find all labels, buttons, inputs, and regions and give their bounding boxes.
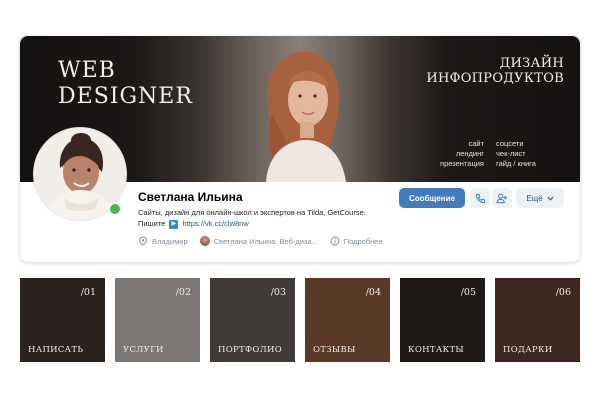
cover-list-item: презентация: [440, 159, 484, 168]
tile-number: /02: [175, 287, 191, 298]
info-icon: [330, 236, 340, 246]
profile-status: Сайты, дизайн для онлайн-школ и эксперто…: [138, 208, 366, 217]
menu-tile-reviews[interactable]: /04 ОТЗЫВЫ: [305, 278, 390, 362]
menu-tile-contacts[interactable]: /05 КОНТАКТЫ: [400, 278, 485, 362]
work-avatar-icon: [199, 236, 210, 246]
menu-tile-write[interactable]: /01 НАПИСАТЬ: [20, 278, 105, 362]
tile-number: /03: [270, 287, 286, 298]
tile-number: /04: [365, 287, 381, 298]
tile-number: /05: [460, 287, 476, 298]
cover-services-list: сайт лендинг презентация: [412, 139, 484, 169]
profile-info-row: Владимир Светлана Ильина. Веб-диза... По…: [138, 235, 395, 247]
cover-title-line1: WEB: [58, 58, 116, 83]
phone-icon: [475, 193, 485, 203]
city-item[interactable]: Владимир: [138, 236, 188, 246]
cover-right-title: ДИЗАЙН ИНФОПРОДУКТОВ: [416, 56, 564, 86]
cover-right-title-line2: ИНФОПРОДУКТОВ: [426, 71, 564, 86]
profile-card: WEB DESIGNER ДИЗАЙН ИНФОПРОДУКТОВ сайт л…: [20, 36, 580, 262]
status-link[interactable]: https://vk.cc/clw8nw: [183, 219, 249, 228]
status-prefix: Пишите: [138, 219, 166, 228]
cover-list-item: соцсети: [496, 139, 524, 148]
chevron-down-icon: [547, 196, 554, 201]
tile-label: НАПИСАТЬ: [28, 345, 84, 355]
tile-number: /06: [555, 287, 571, 298]
cover-list-item: лендинг: [455, 149, 484, 158]
more-label: Ещё: [526, 193, 543, 203]
cover-portrait: [266, 51, 346, 182]
profile-status-line2: Пишите ▶ https://vk.cc/clw8nw: [138, 219, 249, 229]
online-indicator: [108, 202, 122, 216]
cover-right-title-line1: ДИЗАЙН: [499, 56, 564, 71]
details-label: Подробнее: [343, 236, 383, 246]
tile-label: КОНТАКТЫ: [408, 345, 465, 355]
cover-title-line2: DESIGNER: [58, 84, 193, 109]
menu-tile-services[interactable]: /02 УСЛУГИ: [115, 278, 200, 362]
call-button[interactable]: [470, 188, 490, 208]
cover-list-item: чек-лист: [496, 149, 526, 158]
add-friend-icon: [496, 193, 508, 203]
arrow-emoji-icon: ▶: [169, 219, 179, 229]
city-label: Владимир: [152, 236, 188, 246]
add-friend-button[interactable]: [492, 188, 512, 208]
profile-name: Светлана Ильина: [138, 190, 243, 204]
tile-label: УСЛУГИ: [123, 345, 164, 355]
tile-label: ОТЗЫВЫ: [313, 345, 356, 355]
menu-tile-portfolio[interactable]: /03 ПОРТФОЛИО: [210, 278, 295, 362]
cover-list-item: сайт: [468, 139, 484, 148]
details-item[interactable]: Подробнее: [330, 236, 383, 246]
tile-label: ПОРТФОЛИО: [218, 345, 282, 355]
tile-number: /01: [80, 287, 96, 298]
more-button[interactable]: Ещё: [516, 188, 564, 208]
cover-title: WEB DESIGNER: [58, 58, 193, 110]
cover-products-list: соцсети чек-лист гайд / книга: [496, 139, 566, 169]
work-item[interactable]: Светлана Ильина. Веб-диза...: [199, 236, 318, 246]
menu-tile-gifts[interactable]: /06 ПОДАРКИ: [495, 278, 580, 362]
message-button[interactable]: Сообщение: [399, 188, 465, 208]
cover-list-item: гайд / книга: [496, 159, 536, 168]
menu-tiles: /01 НАПИСАТЬ /02 УСЛУГИ /03 ПОРТФОЛИО /0…: [20, 278, 580, 362]
tile-label: ПОДАРКИ: [503, 345, 553, 355]
location-pin-icon: [138, 236, 148, 246]
work-label: Светлана Ильина. Веб-диза...: [213, 236, 318, 246]
